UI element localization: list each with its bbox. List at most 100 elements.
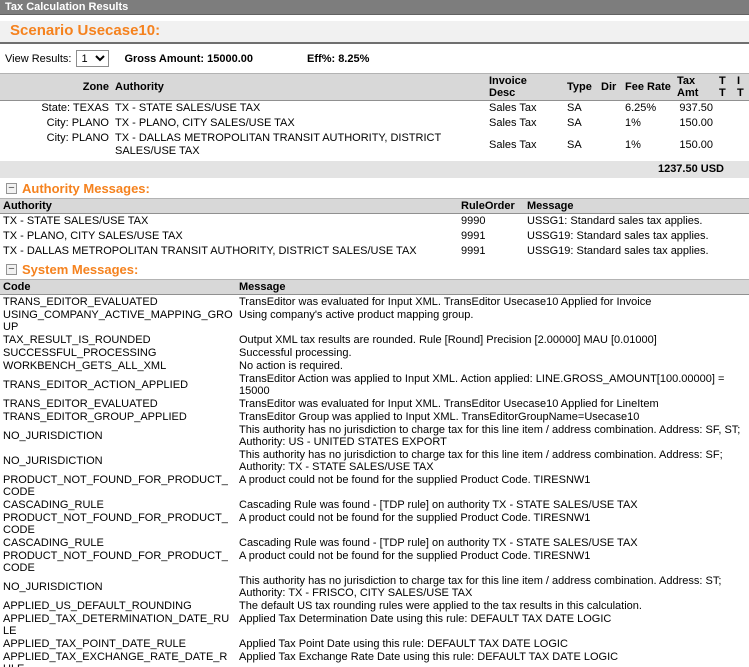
table-cell: APPLIED_TAX_POINT_DATE_RULE [0, 637, 236, 650]
table-cell: State: TEXAS [0, 101, 112, 117]
authority-messages-title: Authority Messages: [22, 181, 150, 196]
table-row: CASCADING_RULECascading Rule was found -… [0, 536, 749, 549]
table-cell: USSG19: Standard sales tax applies. [524, 229, 749, 244]
table-cell: TX - DALLAS METROPOLITAN TRANSIT AUTHORI… [112, 131, 486, 159]
table-cell: TX - PLANO, CITY SALES/USE TAX [112, 116, 486, 131]
system-messages-table: CodeMessage TRANS_EDITOR_EVALUATEDTransE… [0, 279, 749, 667]
table-cell: TransEditor Group was applied to Input X… [236, 410, 749, 423]
column-header: RuleOrder [458, 199, 524, 214]
collapse-minus-icon[interactable]: − [6, 264, 17, 275]
table-cell: TAX_RESULT_IS_ROUNDED [0, 333, 236, 346]
table-cell: Sales Tax [486, 131, 564, 159]
table-cell: 937.50 [674, 101, 716, 117]
table-cell [734, 131, 749, 159]
table-cell [716, 116, 734, 131]
column-header: IT [734, 74, 749, 101]
total-amount: 1237.50 USD [0, 161, 749, 178]
table-cell: SA [564, 101, 598, 117]
table-cell: Cascading Rule was found - [TDP rule] on… [236, 536, 749, 549]
table-cell [716, 101, 734, 117]
table-cell [598, 131, 622, 159]
table-row: TRANS_EDITOR_EVALUATEDTransEditor was ev… [0, 397, 749, 410]
column-header: Zone [0, 74, 112, 101]
column-header: Authority [0, 199, 458, 214]
results-controls: View Results: 1 Gross Amount: 15000.00 E… [0, 44, 749, 73]
table-cell: Applied Tax Point Date using this rule: … [236, 637, 749, 650]
table-row: USING_COMPANY_ACTIVE_MAPPING_GROUPUsing … [0, 308, 749, 333]
table-cell: APPLIED_US_DEFAULT_ROUNDING [0, 599, 236, 612]
table-cell: WORKBENCH_GETS_ALL_XML [0, 359, 236, 372]
table-row: NO_JURISDICTIONThis authority has no jur… [0, 448, 749, 473]
system-messages-title: System Messages: [22, 262, 138, 277]
table-cell: 1% [622, 116, 674, 131]
table-header-row: CodeMessage [0, 280, 749, 295]
table-cell: USSG1: Standard sales tax applies. [524, 214, 749, 230]
table-row: APPLIED_TAX_POINT_DATE_RULEApplied Tax P… [0, 637, 749, 650]
window-title-bar: Tax Calculation Results [0, 0, 749, 15]
column-header: Fee Rate [622, 74, 674, 101]
table-cell: 6.25% [622, 101, 674, 117]
column-header: Type [564, 74, 598, 101]
table-cell: 150.00 [674, 116, 716, 131]
table-row: APPLIED_TAX_EXCHANGE_RATE_DATE_RULEAppli… [0, 650, 749, 667]
table-cell: TRANS_EDITOR_EVALUATED [0, 397, 236, 410]
column-header: Message [236, 280, 749, 295]
table-cell: TransEditor Action was applied to Input … [236, 372, 749, 397]
table-cell: PRODUCT_NOT_FOUND_FOR_PRODUCT_CODE [0, 549, 236, 574]
table-row: TX - STATE SALES/USE TAX9990USSG1: Stand… [0, 214, 749, 230]
table-cell: SUCCESSFUL_PROCESSING [0, 346, 236, 359]
column-header: Code [0, 280, 236, 295]
view-results-select[interactable]: 1 [76, 50, 109, 67]
table-cell: NO_JURISDICTION [0, 423, 236, 448]
column-header: Tax Amt [674, 74, 716, 101]
table-cell: This authority has no jurisdiction to ch… [236, 448, 749, 473]
column-header: Message [524, 199, 749, 214]
table-cell: CASCADING_RULE [0, 536, 236, 549]
column-header: Authority [112, 74, 486, 101]
table-cell: Using company's active product mapping g… [236, 308, 749, 333]
table-cell: SA [564, 131, 598, 159]
table-row: PRODUCT_NOT_FOUND_FOR_PRODUCT_CODEA prod… [0, 549, 749, 574]
table-cell [598, 101, 622, 117]
table-cell: Cascading Rule was found - [TDP rule] on… [236, 498, 749, 511]
table-cell: 9990 [458, 214, 524, 230]
table-cell: TransEditor was evaluated for Input XML.… [236, 397, 749, 410]
collapse-minus-icon[interactable]: − [6, 183, 17, 194]
table-cell [734, 101, 749, 117]
table-cell: PRODUCT_NOT_FOUND_FOR_PRODUCT_CODE [0, 511, 236, 536]
table-cell: Output XML tax results are rounded. Rule… [236, 333, 749, 346]
table-cell: This authority has no jurisdiction to ch… [236, 574, 749, 599]
table-cell: Sales Tax [486, 116, 564, 131]
table-row: WORKBENCH_GETS_ALL_XMLNo action is requi… [0, 359, 749, 372]
table-cell: This authority has no jurisdiction to ch… [236, 423, 749, 448]
table-cell: TX - STATE SALES/USE TAX [0, 214, 458, 230]
table-header-row: AuthorityRuleOrderMessage [0, 199, 749, 214]
table-row: City: PLANOTX - PLANO, CITY SALES/USE TA… [0, 116, 749, 131]
table-header-row: ZoneAuthorityInvoice DescTypeDirFee Rate… [0, 74, 749, 101]
table-cell: APPLIED_TAX_EXCHANGE_RATE_DATE_RULE [0, 650, 236, 667]
table-cell: NO_JURISDICTION [0, 448, 236, 473]
table-cell: City: PLANO [0, 131, 112, 159]
scenario-title: Scenario Usecase10: [10, 22, 160, 39]
table-cell: SA [564, 116, 598, 131]
scenario-header: Scenario Usecase10: [0, 21, 749, 44]
tax-results-table: ZoneAuthorityInvoice DescTypeDirFee Rate… [0, 73, 749, 159]
table-row: State: TEXASTX - STATE SALES/USE TAXSale… [0, 101, 749, 117]
table-row: APPLIED_TAX_DETERMINATION_DATE_RULEAppli… [0, 612, 749, 637]
table-row: TRANS_EDITOR_GROUP_APPLIEDTransEditor Gr… [0, 410, 749, 423]
table-cell: 9991 [458, 229, 524, 244]
table-cell: Sales Tax [486, 101, 564, 117]
page-title: Tax Calculation Results [5, 1, 128, 13]
table-cell: USSG19: Standard sales tax applies. [524, 244, 749, 259]
table-cell: A product could not be found for the sup… [236, 511, 749, 536]
table-cell: The default US tax rounding rules were a… [236, 599, 749, 612]
column-header: Dir [598, 74, 622, 101]
table-row: City: PLANOTX - DALLAS METROPOLITAN TRAN… [0, 131, 749, 159]
table-cell: No action is required. [236, 359, 749, 372]
table-row: TX - PLANO, CITY SALES/USE TAX9991USSG19… [0, 229, 749, 244]
system-messages-heading: − System Messages: [0, 259, 749, 279]
table-cell: Applied Tax Exchange Rate Date using thi… [236, 650, 749, 667]
table-cell: TX - DALLAS METROPOLITAN TRANSIT AUTHORI… [0, 244, 458, 259]
table-cell: TRANS_EDITOR_EVALUATED [0, 295, 236, 309]
table-row: APPLIED_US_DEFAULT_ROUNDINGThe default U… [0, 599, 749, 612]
